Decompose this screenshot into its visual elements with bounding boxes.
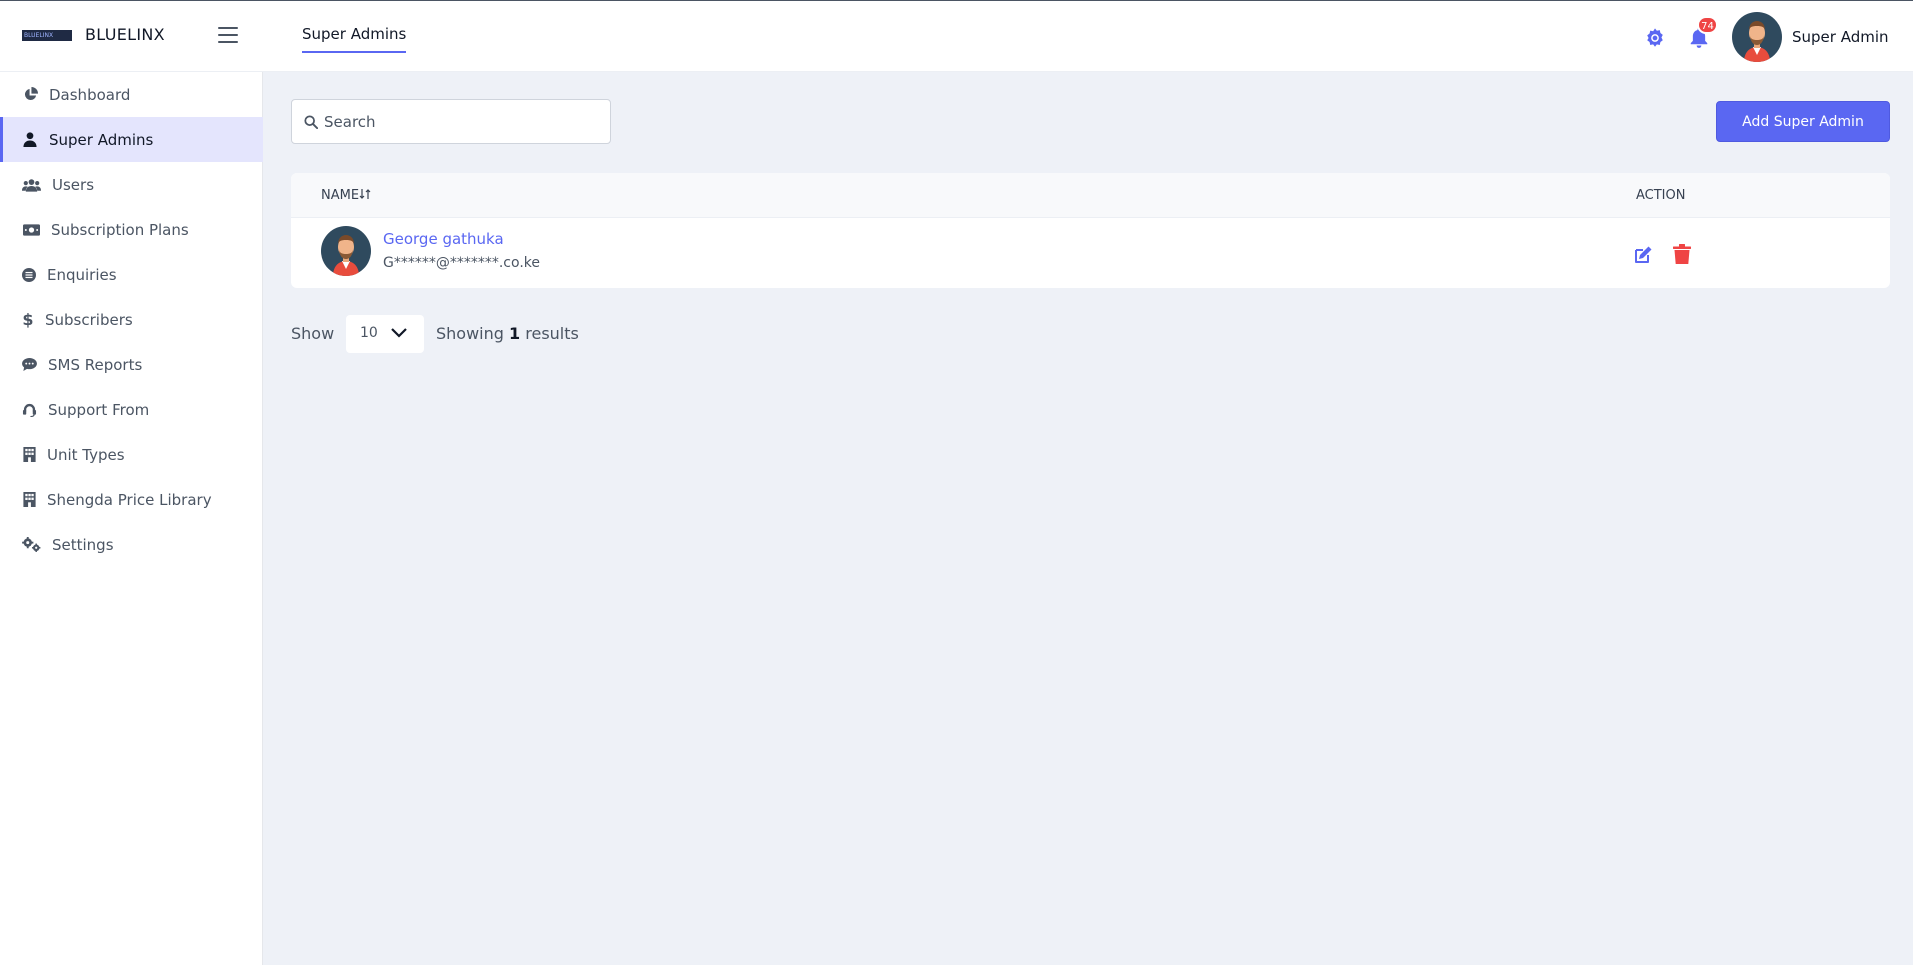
sidebar-item-shengda-price-library[interactable]: Shengda Price Library — [0, 477, 263, 522]
sidebar-item-label: Unit Types — [47, 445, 125, 464]
brand-logo-text: BLUELINX — [24, 32, 54, 39]
results-suffix: results — [525, 324, 579, 343]
user-name[interactable]: Super Admin — [1792, 28, 1889, 46]
list-circle-icon — [22, 267, 36, 283]
column-header-action: ACTION — [1636, 188, 1686, 203]
sidebar-item-support-from[interactable]: Support From — [0, 387, 263, 432]
top-bar: BLUELINX BLUELINX Super Admins 74 Super … — [0, 0, 1913, 72]
sidebar-item-label: SMS Reports — [48, 355, 143, 374]
avatar[interactable] — [1732, 12, 1782, 62]
results-count: 1 — [509, 324, 521, 343]
avatar — [321, 226, 371, 276]
sidebar-item-unit-types[interactable]: Unit Types — [0, 432, 263, 477]
search-input[interactable] — [324, 100, 604, 143]
admin-email: G******@*******.co.ke — [383, 255, 540, 271]
sort-icon[interactable] — [359, 188, 371, 200]
gear-icon[interactable] — [1644, 27, 1666, 49]
edit-icon[interactable] — [1633, 245, 1653, 265]
sidebar-item-sms-reports[interactable]: SMS Reports — [0, 342, 263, 387]
search-box[interactable] — [291, 99, 611, 144]
menu-icon[interactable] — [218, 27, 238, 43]
headset-icon — [22, 402, 37, 418]
brand-logo[interactable]: BLUELINX — [22, 30, 72, 41]
sidebar-item-subscribers[interactable]: $ Subscribers — [0, 297, 263, 342]
dollar-icon: $ — [22, 310, 34, 329]
sidebar-item-settings[interactable]: Settings — [0, 522, 263, 567]
gears-icon — [22, 537, 41, 553]
sidebar-item-subscription-plans[interactable]: Subscription Plans — [0, 207, 263, 252]
sidebar-item-label: Users — [52, 175, 95, 194]
sidebar-item-enquiries[interactable]: Enquiries — [0, 252, 263, 297]
results-prefix: Showing — [436, 324, 504, 343]
column-header-name[interactable]: NAME — [321, 188, 371, 203]
building-icon — [22, 447, 36, 463]
sidebar-item-label: Settings — [52, 535, 114, 554]
tab-super-admins[interactable]: Super Admins — [302, 25, 407, 53]
results-summary: Showing 1 results — [436, 324, 579, 343]
pie-chart-icon — [22, 87, 38, 103]
users-icon — [22, 177, 41, 193]
search-icon — [304, 115, 318, 129]
sidebar-item-label: Dashboard — [49, 85, 131, 104]
sidebar-item-users[interactable]: Users — [0, 162, 263, 207]
sidebar-item-label: Subscription Plans — [51, 220, 189, 239]
sidebar-item-super-admins[interactable]: Super Admins — [0, 117, 263, 162]
user-icon — [22, 132, 38, 148]
admin-name-link[interactable]: George gathuka — [383, 230, 504, 248]
money-bill-icon — [22, 222, 40, 238]
chevron-down-icon — [391, 328, 407, 338]
table-row: George gathuka G******@*******.co.ke — [291, 218, 1890, 288]
sidebar-item-label: Shengda Price Library — [47, 490, 212, 509]
table-header: NAME ACTION — [291, 173, 1890, 218]
sidebar-item-label: Enquiries — [47, 265, 117, 284]
sidebar-item-label: Support From — [48, 400, 150, 419]
show-label: Show — [291, 324, 335, 343]
sidebar-item-label: Subscribers — [45, 310, 133, 329]
brand-name[interactable]: BLUELINX — [85, 25, 165, 44]
sidebar: Dashboard Super Admins Users Subscriptio… — [0, 72, 263, 965]
column-header-name-label: NAME — [321, 188, 360, 203]
chat-bubble-icon — [22, 357, 37, 373]
sidebar-item-label: Super Admins — [49, 130, 154, 149]
super-admins-table: NAME ACTION George gathuka G******@*****… — [291, 173, 1890, 288]
page-size-select[interactable]: 10 — [346, 315, 424, 353]
trash-icon[interactable] — [1673, 244, 1691, 265]
notification-badge: 74 — [1697, 16, 1718, 34]
add-super-admin-button[interactable]: Add Super Admin — [1716, 101, 1890, 142]
page-size-value: 10 — [360, 325, 378, 341]
sidebar-item-dashboard[interactable]: Dashboard — [0, 72, 263, 117]
building-icon — [22, 492, 36, 508]
